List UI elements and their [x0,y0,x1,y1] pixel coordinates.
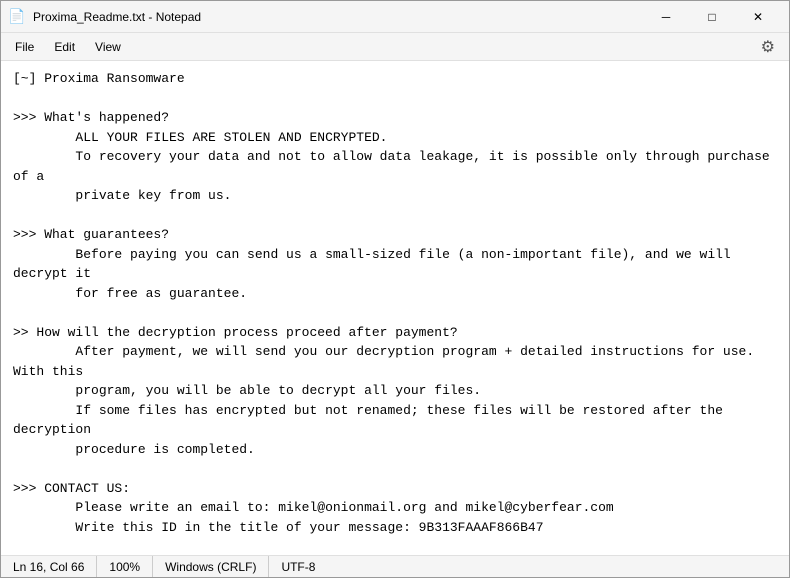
menu-view[interactable]: View [85,36,131,58]
cursor-position: Ln 16, Col 66 [9,556,97,577]
menu-bar: File Edit View ⚙ [1,33,789,61]
settings-icon[interactable]: ⚙ [751,33,785,61]
menu-items: File Edit View [5,36,131,58]
menu-file[interactable]: File [5,36,44,58]
app-icon: 📄 [9,9,25,25]
encoding: UTF-8 [269,556,327,577]
maximize-button[interactable]: □ [689,1,735,33]
zoom-level: 100% [97,556,153,577]
menu-edit[interactable]: Edit [44,36,85,58]
text-editor[interactable]: [~] Proxima Ransomware >>> What's happen… [1,61,789,555]
title-bar: 📄 Proxima_Readme.txt - Notepad ─ □ ✕ [1,1,789,33]
notepad-window: 📄 Proxima_Readme.txt - Notepad ─ □ ✕ Fil… [0,0,790,578]
line-ending: Windows (CRLF) [153,556,269,577]
status-bar: Ln 16, Col 66 100% Windows (CRLF) UTF-8 [1,555,789,577]
close-button[interactable]: ✕ [735,1,781,33]
title-bar-buttons: ─ □ ✕ [643,1,781,33]
minimize-button[interactable]: ─ [643,1,689,33]
window-title: Proxima_Readme.txt - Notepad [33,10,643,24]
